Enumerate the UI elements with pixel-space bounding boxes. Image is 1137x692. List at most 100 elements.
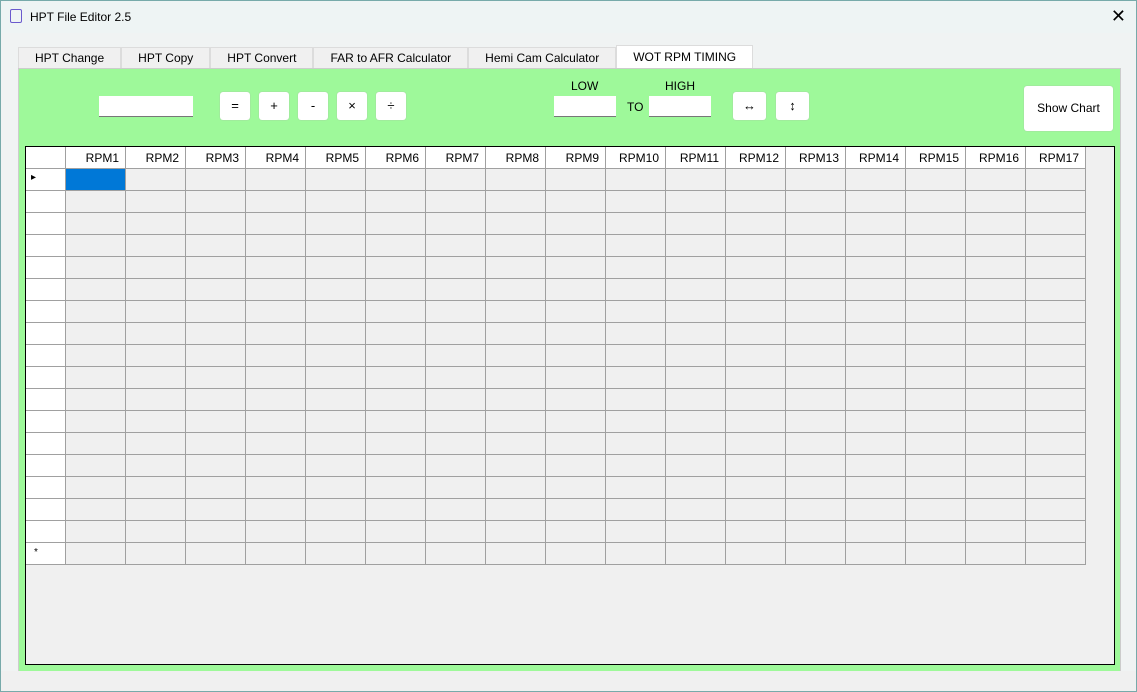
grid-cell[interactable] (906, 521, 966, 543)
grid-cell[interactable] (306, 499, 366, 521)
close-icon[interactable]: ✕ (1111, 6, 1126, 27)
row-header[interactable] (26, 235, 66, 257)
column-header[interactable]: RPM12 (726, 147, 786, 169)
grid-cell[interactable] (546, 477, 606, 499)
new-row-cell[interactable] (66, 543, 126, 565)
grid-cell[interactable] (546, 279, 606, 301)
grid-cell[interactable] (606, 279, 666, 301)
grid-cell[interactable] (186, 213, 246, 235)
grid-cell[interactable] (126, 345, 186, 367)
tab-wot-rpm-timing[interactable]: WOT RPM TIMING (616, 45, 753, 68)
grid-cell[interactable] (246, 345, 306, 367)
grid-cell[interactable] (606, 455, 666, 477)
grid-cell[interactable] (666, 345, 726, 367)
grid-cell[interactable] (186, 345, 246, 367)
grid-cell[interactable] (246, 213, 306, 235)
grid-cell[interactable] (66, 433, 126, 455)
row-header[interactable] (26, 345, 66, 367)
column-header[interactable]: RPM5 (306, 147, 366, 169)
grid-cell[interactable] (846, 191, 906, 213)
grid-cell[interactable] (1026, 411, 1086, 433)
grid-cell[interactable] (726, 191, 786, 213)
grid-cell[interactable] (126, 191, 186, 213)
grid-cell[interactable] (726, 433, 786, 455)
grid-cell[interactable] (546, 389, 606, 411)
fill-horizontal-button[interactable]: ↔ (733, 92, 766, 120)
grid-cell[interactable] (606, 521, 666, 543)
grid-cell[interactable] (486, 279, 546, 301)
grid-cell[interactable] (786, 499, 846, 521)
grid-cell[interactable] (126, 499, 186, 521)
grid-cell[interactable] (666, 257, 726, 279)
grid-cell[interactable] (906, 433, 966, 455)
grid-cell[interactable] (1026, 279, 1086, 301)
column-header[interactable]: RPM10 (606, 147, 666, 169)
grid-cell[interactable] (426, 455, 486, 477)
grid-cell[interactable] (1026, 433, 1086, 455)
column-header[interactable]: RPM16 (966, 147, 1026, 169)
low-input[interactable] (554, 96, 616, 117)
row-header[interactable]: * (26, 543, 66, 565)
grid-cell[interactable] (486, 213, 546, 235)
grid-cell[interactable] (126, 477, 186, 499)
grid-cell[interactable] (786, 345, 846, 367)
column-header[interactable]: RPM14 (846, 147, 906, 169)
new-row-cell[interactable] (126, 543, 186, 565)
grid-cell[interactable] (666, 477, 726, 499)
grid-cell[interactable] (366, 235, 426, 257)
grid-cell[interactable] (906, 191, 966, 213)
grid-cell[interactable] (186, 433, 246, 455)
grid-cell[interactable] (186, 323, 246, 345)
grid-cell[interactable] (786, 257, 846, 279)
grid-cell[interactable] (366, 499, 426, 521)
grid-cell[interactable] (906, 345, 966, 367)
grid-cell[interactable] (1026, 367, 1086, 389)
new-row-cell[interactable] (846, 543, 906, 565)
grid-cell[interactable] (966, 367, 1026, 389)
row-header[interactable] (26, 301, 66, 323)
grid-cell[interactable] (306, 301, 366, 323)
grid-cell[interactable] (546, 367, 606, 389)
grid-cell[interactable] (126, 323, 186, 345)
row-header[interactable]: ▸ (26, 169, 66, 191)
grid-cell[interactable] (306, 433, 366, 455)
grid-cell[interactable] (966, 301, 1026, 323)
grid-cell[interactable] (846, 367, 906, 389)
grid-cell[interactable] (666, 521, 726, 543)
grid-cell[interactable] (906, 477, 966, 499)
grid-cell[interactable] (786, 235, 846, 257)
new-row-cell[interactable] (666, 543, 726, 565)
grid-cell[interactable] (726, 235, 786, 257)
grid-cell[interactable] (906, 257, 966, 279)
grid-cell[interactable] (306, 411, 366, 433)
grid-cell[interactable] (306, 455, 366, 477)
divide-button[interactable]: ÷ (376, 92, 406, 120)
high-input[interactable] (649, 96, 711, 117)
grid-cell[interactable] (126, 169, 186, 191)
row-header[interactable] (26, 477, 66, 499)
grid-cell[interactable] (666, 499, 726, 521)
grid-cell[interactable] (366, 345, 426, 367)
grid-cell[interactable] (126, 367, 186, 389)
grid-cell[interactable] (786, 323, 846, 345)
new-row-cell[interactable] (246, 543, 306, 565)
grid-cell[interactable] (246, 257, 306, 279)
grid-cell[interactable] (366, 323, 426, 345)
grid-cell[interactable] (306, 477, 366, 499)
row-header[interactable] (26, 367, 66, 389)
grid-cell[interactable] (1026, 257, 1086, 279)
grid-cell[interactable] (186, 169, 246, 191)
grid-cell[interactable] (246, 323, 306, 345)
grid-cell[interactable] (546, 301, 606, 323)
fill-vertical-button[interactable]: ↕ (776, 92, 809, 120)
grid-cell[interactable] (306, 323, 366, 345)
column-header[interactable]: RPM15 (906, 147, 966, 169)
multiply-button[interactable]: × (337, 92, 367, 120)
grid-cell[interactable] (966, 191, 1026, 213)
grid-cell[interactable] (1026, 301, 1086, 323)
grid-cell[interactable] (786, 367, 846, 389)
grid-cell[interactable] (486, 521, 546, 543)
grid-cell[interactable] (306, 521, 366, 543)
grid-cell[interactable] (606, 499, 666, 521)
grid-cell[interactable] (966, 389, 1026, 411)
